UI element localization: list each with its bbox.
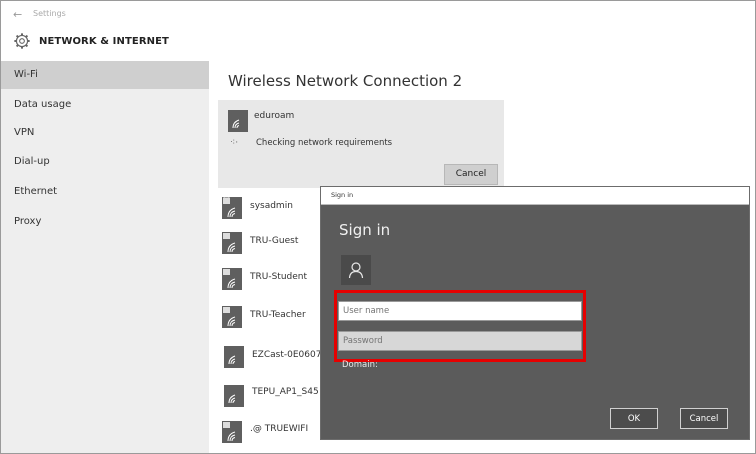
sidebar-item-data-usage[interactable]: Data usage (1, 91, 209, 119)
list-item[interactable]: TRU-Student (250, 272, 307, 282)
sidebar-item-wifi[interactable]: Wi-Fi (1, 61, 209, 89)
dialog-title: Sign in (339, 221, 391, 239)
list-item[interactable]: .@ TRUEWIFI (250, 424, 308, 434)
list-item[interactable]: EZCast-0E0607A (252, 350, 328, 360)
list-item[interactable]: TRU-Teacher (250, 310, 306, 320)
window-titlebar: ← Settings (1, 1, 755, 29)
list-item[interactable]: TEPU_AP1_S45 (252, 387, 319, 397)
cancel-connect-button[interactable]: Cancel (444, 164, 498, 185)
network-status: Checking network requirements (256, 138, 393, 148)
page-header: NETWORK & INTERNET (1, 29, 755, 61)
wifi-icon (224, 346, 244, 368)
sidebar-item-ethernet[interactable]: Ethernet (1, 178, 209, 206)
username-input[interactable] (338, 301, 582, 321)
avatar (341, 255, 371, 285)
wifi-icon (224, 385, 244, 407)
wifi-icon (228, 110, 248, 132)
password-input[interactable] (338, 331, 582, 351)
wifi-secured-icon (222, 421, 242, 443)
domain-label: Domain: (342, 360, 378, 370)
cancel-button[interactable]: Cancel (680, 408, 728, 429)
spinner-icon: ⁖· (230, 138, 239, 148)
user-icon (348, 262, 364, 279)
gear-icon (14, 33, 30, 49)
back-arrow-icon[interactable]: ← (13, 8, 22, 21)
window-title: Settings (33, 9, 66, 18)
network-name: eduroam (254, 111, 295, 121)
list-item[interactable]: sysadmin (250, 201, 293, 211)
sidebar: Wi-Fi Data usage VPN Dial-up Ethernet Pr… (1, 61, 209, 453)
page-title: Wireless Network Connection 2 (228, 72, 463, 90)
dialog-titlebar: Sign in (321, 187, 749, 205)
list-item[interactable]: TRU-Guest (250, 236, 298, 246)
sidebar-item-dial-up[interactable]: Dial-up (1, 148, 209, 176)
wifi-secured-icon (222, 197, 242, 219)
wifi-secured-icon (222, 268, 242, 290)
wifi-secured-icon (222, 232, 242, 254)
sidebar-item-vpn[interactable]: VPN (1, 119, 209, 147)
ok-button[interactable]: OK (610, 408, 658, 429)
header-title: NETWORK & INTERNET (39, 36, 169, 47)
sidebar-item-proxy[interactable]: Proxy (1, 208, 209, 236)
wifi-secured-icon (222, 306, 242, 328)
dialog-titlebar-text: Sign in (331, 191, 354, 199)
